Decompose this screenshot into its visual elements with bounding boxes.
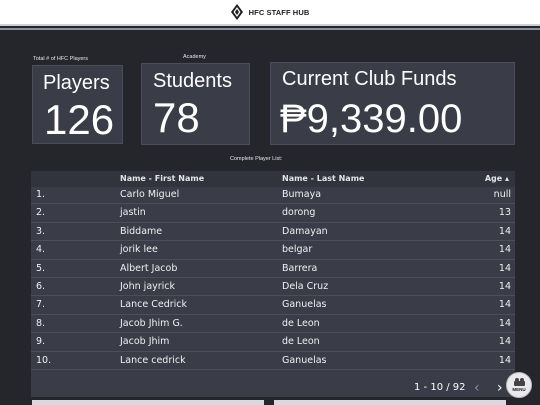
table-row[interactable]: 9. Jacob Jhim de Leon 14 [31,333,515,352]
players-value: 126 [44,96,115,143]
players-card: Players 126 [32,65,123,144]
table-row[interactable]: 5. Albert Jacob Barrera 14 [31,260,515,278]
row-index: 2. [36,207,46,219]
last-name-cell: Ganuelas [282,354,327,366]
club-funds-card: Current Club Funds ₱9,339.00 [270,62,515,145]
first-name-cell: jastin [120,207,146,219]
column-age[interactable]: Age ▴ [485,174,509,183]
last-name-cell: Barrera [282,262,318,274]
column-last-name[interactable]: Name - Last Name [282,174,364,183]
age-cell: 14 [498,317,511,329]
last-name-cell: de Leon [282,317,320,329]
table-row[interactable]: 6. John jayrick Dela Cruz 14 [31,278,515,297]
age-cell: 14 [498,299,511,311]
row-index: 3. [36,225,46,237]
menu-label: MENU [512,387,526,392]
first-name-cell: John jayrick [120,281,176,292]
table-row[interactable]: 4. jorik lee belgar 14 [31,241,515,260]
table-row[interactable]: 7. Lance Cedrick Ganuelas 14 [31,296,515,315]
first-name-cell: Lance Cedrick [120,299,188,311]
last-name-cell: belgar [282,244,313,256]
students-card: Students 78 [141,63,250,145]
first-name-cell: Albert Jacob [120,262,178,274]
row-index: 9. [36,336,46,348]
hfc-logo-icon [230,4,243,20]
app-title: HFC STAFF HUB [248,7,310,17]
header-divider [0,28,540,30]
players-label: Players [43,72,110,94]
menu-icon [513,378,525,386]
funds-value: ₱9,339.00 [280,97,463,141]
row-index: 5. [36,262,46,274]
first-name-cell: Carlo Miguel [120,189,180,200]
row-index: 7. [36,299,46,311]
row-index: 4. [36,244,46,256]
row-index: 6. [36,281,46,292]
first-name-cell: Lance cedrick [120,354,186,366]
age-cell: null [493,189,511,200]
academy-caption: Academy [183,54,206,60]
row-index: 1. [36,189,46,200]
lower-panel-right [274,400,506,405]
lower-panel-left [32,400,264,405]
first-name-cell: Jacob Jhim G. [120,317,183,329]
column-first-name[interactable]: Name - First Name [120,174,204,183]
pagination-label: 1 - 10 / 92 [414,382,466,393]
chevron-right-icon[interactable]: › [497,380,503,396]
table-row[interactable]: 8. Jacob Jhim G. de Leon 14 [31,315,515,334]
age-cell: 14 [498,225,511,237]
table-row[interactable]: 10. Lance cedrick Ganuelas 14 [31,352,515,370]
player-table: Name - First Name Name - Last Name Age ▴… [31,171,515,397]
students-label: Students [153,70,232,92]
players-caption: Total # of HFC Players [33,56,89,62]
age-cell: 14 [498,262,511,274]
row-index: 10. [36,354,52,366]
first-name-cell: jorik lee [120,244,158,256]
students-value: 78 [153,94,200,141]
table-row[interactable]: 1. Carlo Miguel Bumaya null [31,186,515,205]
menu-button[interactable]: MENU [506,372,532,398]
age-cell: 14 [498,354,511,366]
table-row[interactable]: 3. Biddame Damayan 14 [31,223,515,242]
first-name-cell: Jacob Jhim [120,336,170,348]
age-cell: 14 [498,336,511,348]
row-index: 8. [36,317,46,329]
last-name-cell: dorong [282,207,316,219]
chevron-left-icon[interactable]: ‹ [474,380,480,396]
table-row[interactable]: 2. jastin dorong 13 [31,204,515,223]
last-name-cell: Dela Cruz [282,281,329,292]
age-cell: 14 [498,244,511,256]
funds-label: Current Club Funds [282,68,457,90]
first-name-cell: Biddame [120,225,163,237]
last-name-cell: Damayan [282,225,328,237]
player-list-caption: Complete Player List: [230,156,283,162]
age-cell: 14 [498,281,511,292]
last-name-cell: Ganuelas [282,299,327,311]
last-name-cell: de Leon [282,336,320,348]
age-cell: 13 [498,207,511,219]
last-name-cell: Bumaya [282,189,322,200]
table-header: Name - First Name Name - Last Name Age ▴ [31,171,515,187]
app-header: HFC STAFF HUB [0,0,540,26]
